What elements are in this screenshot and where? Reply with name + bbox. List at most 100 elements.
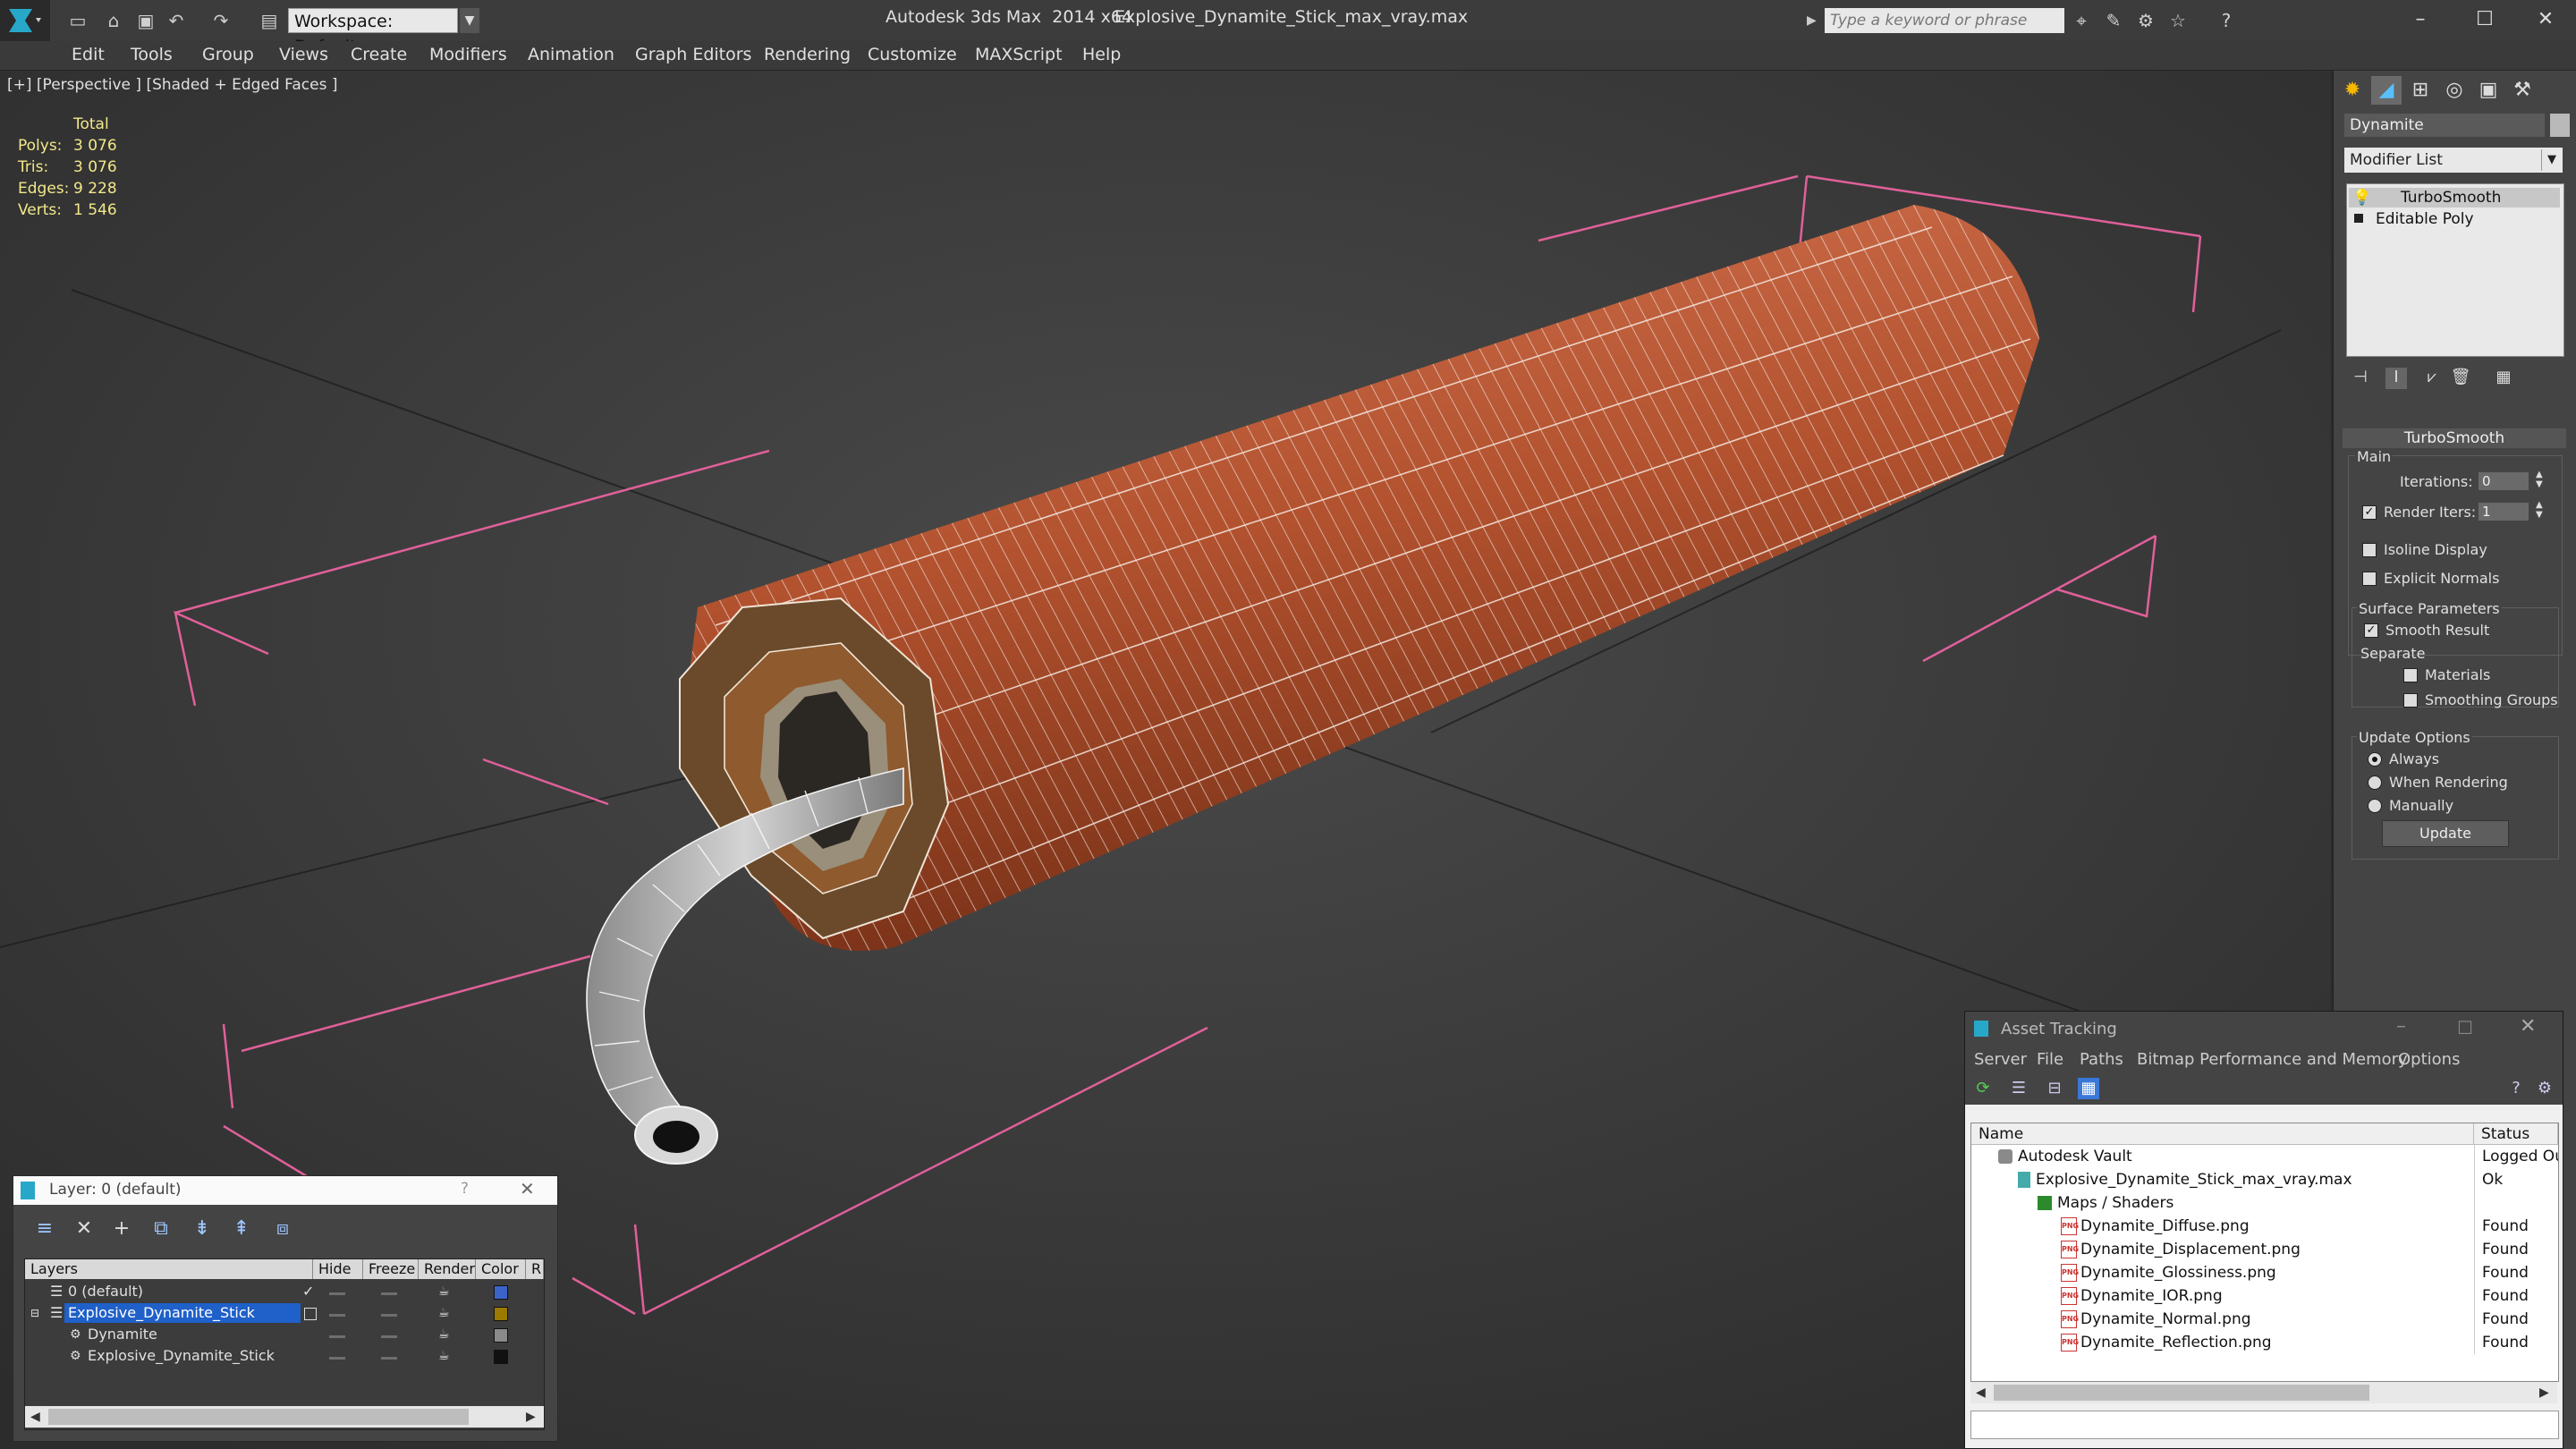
modifier-list-dropdown[interactable]: Modifier List <box>2344 148 2563 173</box>
table-row[interactable]: PNG Dynamite_Normal.png Found <box>1971 1308 2558 1331</box>
menu-customize[interactable]: Customize <box>868 45 957 64</box>
render-teapot-icon[interactable]: ☕ <box>438 1345 450 1367</box>
settings-icon[interactable]: ⚙ <box>2534 1078 2555 1099</box>
horizontal-scrollbar[interactable]: ◀ ▶ <box>1970 1382 2557 1403</box>
collapse-icon[interactable]: ⊟ <box>30 1302 39 1324</box>
spinner-arrows-icon[interactable]: ▲ ▼ <box>2536 470 2543 489</box>
object-color-swatch[interactable] <box>2550 114 2570 137</box>
communication-icon[interactable]: ⚙ <box>2134 10 2157 31</box>
menu-graph-editors[interactable]: Graph Editors <box>635 45 751 64</box>
new-file-icon[interactable]: ▭ <box>66 11 89 30</box>
scroll-left-icon[interactable]: ◀ <box>1976 1382 1986 1403</box>
delete-layer-icon[interactable]: ✕ <box>71 1216 97 1242</box>
hide-toggle[interactable] <box>329 1309 345 1317</box>
add-to-layer-icon[interactable]: ⧉ <box>148 1216 174 1242</box>
scrollbar-thumb[interactable] <box>1994 1385 2369 1401</box>
scroll-left-icon[interactable]: ◀ <box>30 1406 40 1428</box>
freeze-toggle[interactable] <box>381 1287 397 1295</box>
chevron-down-icon[interactable]: ▼ <box>460 8 479 33</box>
smoothing-groups-checkbox[interactable] <box>2403 693 2418 708</box>
binoculars-icon[interactable]: ⌖ <box>2070 10 2093 31</box>
show-end-result-icon[interactable]: Ⅰ <box>2385 368 2407 389</box>
set-active-layer-icon[interactable] <box>304 1308 317 1320</box>
table-row[interactable]: ⊟ ☰ Explosive_Dynamite_Stick ☕ <box>25 1302 544 1324</box>
layer-color-swatch[interactable] <box>494 1307 508 1321</box>
table-row[interactable]: PNG Dynamite_Displacement.png Found <box>1971 1238 2558 1261</box>
table-row[interactable]: Maps / Shaders <box>1971 1191 2558 1215</box>
smooth-result-checkbox[interactable]: ✓ <box>2364 623 2378 638</box>
list-view-icon[interactable]: ☰ <box>2008 1078 2029 1099</box>
materials-checkbox[interactable] <box>2403 668 2418 682</box>
menu-help[interactable]: Help <box>1082 45 1121 64</box>
table-row[interactable]: ☰ 0 (default) ✓ ☕ <box>25 1281 544 1302</box>
freeze-toggle[interactable] <box>381 1330 397 1338</box>
expand-icon[interactable] <box>2354 214 2363 223</box>
freeze-toggle[interactable] <box>381 1352 397 1360</box>
create-tab-icon[interactable]: ✹ <box>2337 76 2368 105</box>
minimize-icon[interactable]: – <box>2394 4 2447 36</box>
asset-menu-bitmap-performance[interactable]: Bitmap Performance and Memory <box>2137 1050 2408 1069</box>
menu-rendering[interactable]: Rendering <box>764 45 851 64</box>
app-logo-icon[interactable] <box>0 0 50 41</box>
layer-color-swatch[interactable] <box>494 1350 508 1364</box>
menu-maxscript[interactable]: MAXScript <box>975 45 1063 64</box>
manually-radio[interactable] <box>2368 799 2382 813</box>
table-row[interactable]: PNG Dynamite_IOR.png Found <box>1971 1284 2558 1308</box>
lightbulb-icon[interactable]: 💡 <box>2352 188 2371 208</box>
menu-animation[interactable]: Animation <box>528 45 614 64</box>
maximize-icon[interactable]: ☐ <box>2457 1017 2473 1038</box>
render-iters-checkbox[interactable]: ✓ <box>2362 505 2377 520</box>
save-file-icon[interactable]: ▣ <box>134 11 157 30</box>
explicit-normals-checkbox[interactable] <box>2362 572 2377 586</box>
open-file-icon[interactable]: ⌂ <box>102 11 125 30</box>
utilities-tab-icon[interactable]: ⚒ <box>2507 76 2538 105</box>
hide-toggle[interactable] <box>329 1352 345 1360</box>
subscription-icon[interactable]: ✎ <box>2102 10 2125 31</box>
modify-tab-icon[interactable]: ◢ <box>2371 76 2402 105</box>
table-view-icon[interactable]: ▦ <box>2078 1078 2099 1099</box>
make-unique-icon[interactable]: ⩗ <box>2421 368 2443 389</box>
object-name-field[interactable]: Dynamite <box>2344 114 2545 137</box>
render-column-header[interactable]: Render <box>419 1259 476 1279</box>
display-tab-icon[interactable]: ▣ <box>2473 76 2504 105</box>
chevron-down-icon[interactable]: ▼ <box>2541 149 2562 171</box>
radiosity-column-header[interactable]: R <box>526 1259 544 1279</box>
hide-toggle[interactable] <box>329 1330 345 1338</box>
minimize-icon[interactable]: – <box>2396 1015 2406 1038</box>
turbosmooth-rollout-header[interactable]: TurboSmooth <box>2343 428 2566 448</box>
iterations-spinner[interactable]: 0 <box>2479 472 2529 490</box>
table-row[interactable]: ⚙ Dynamite ☕ <box>25 1324 544 1345</box>
name-column-header[interactable]: Name <box>1971 1123 2474 1145</box>
layer-window-titlebar[interactable]: Layer: 0 (default) ? ✕ <box>13 1176 557 1205</box>
spinner-arrows-icon[interactable]: ▲ ▼ <box>2536 500 2543 520</box>
update-button[interactable]: Update <box>2382 820 2509 847</box>
hide-column-header[interactable]: Hide <box>313 1259 363 1279</box>
project-folder-icon[interactable]: ▤ <box>258 11 281 30</box>
search-input[interactable]: Type a keyword or phrase <box>1825 8 2064 33</box>
refresh-icon[interactable]: ⟳ <box>1972 1078 1994 1099</box>
undo-icon[interactable]: ↶ <box>165 11 188 30</box>
tree-view-icon[interactable]: ⊟ <box>2044 1078 2065 1099</box>
menu-group[interactable]: Group <box>202 45 254 64</box>
isoline-display-checkbox[interactable] <box>2362 543 2377 557</box>
remove-modifier-icon[interactable]: 🗑 <box>2450 368 2471 389</box>
help-icon[interactable]: ? <box>2215 10 2238 31</box>
menu-create[interactable]: Create <box>351 45 407 64</box>
layer-manager-icon[interactable]: ≡ <box>31 1216 58 1242</box>
status-column-header[interactable]: Status <box>2474 1123 2558 1145</box>
hide-all-layers-icon[interactable]: ⧈ <box>269 1216 296 1242</box>
favorites-star-icon[interactable]: ☆ <box>2166 10 2190 31</box>
table-row[interactable]: ⚙ Explosive_Dynamite_Stick ☕ <box>25 1345 544 1367</box>
layer-color-swatch[interactable] <box>494 1328 508 1343</box>
menu-views[interactable]: Views <box>279 45 328 64</box>
render-teapot-icon[interactable]: ☕ <box>438 1324 450 1345</box>
layer-color-swatch[interactable] <box>494 1285 508 1300</box>
table-row[interactable]: Explosive_Dynamite_Stick_max_vray.max Ok <box>1971 1168 2558 1191</box>
menu-tools[interactable]: Tools <box>131 45 173 64</box>
when-rendering-radio[interactable] <box>2368 775 2382 790</box>
search-expand-icon[interactable]: ▶ <box>1807 8 1823 33</box>
scroll-right-icon[interactable]: ▶ <box>526 1406 536 1428</box>
render-teapot-icon[interactable]: ☕ <box>438 1302 450 1324</box>
horizontal-scrollbar[interactable]: ◀ ▶ <box>25 1406 544 1428</box>
hide-toggle[interactable] <box>329 1287 345 1295</box>
